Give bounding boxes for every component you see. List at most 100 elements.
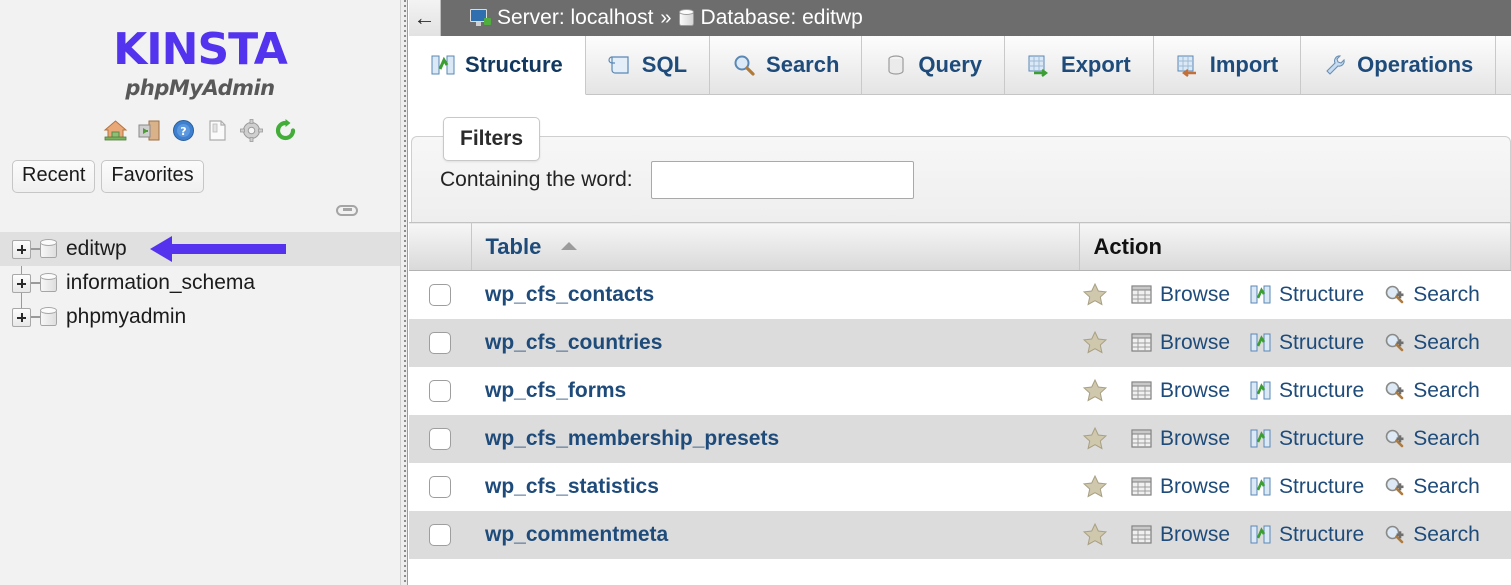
browse-link[interactable]: Browse (1131, 523, 1230, 547)
search-link[interactable]: Search (1384, 283, 1480, 307)
home-icon[interactable] (103, 118, 128, 143)
structure-link[interactable]: Structure (1250, 379, 1364, 403)
tab-label: SQL (642, 52, 687, 78)
row-checkbox[interactable] (429, 380, 451, 402)
table-row[interactable]: wp_cfs_forms Brows (409, 367, 1511, 415)
sidebar-item-label: editwp (66, 237, 127, 261)
filters-legend[interactable]: Filters (443, 117, 540, 161)
structure-link[interactable]: Structure (1250, 331, 1364, 355)
browse-link[interactable]: Browse (1131, 427, 1230, 451)
search-plus-icon (1384, 524, 1405, 545)
browse-link[interactable]: Browse (1131, 475, 1230, 499)
quick-access-buttons: Recent Favorites (0, 160, 400, 193)
tab-import[interactable]: Import (1154, 36, 1301, 94)
structure-link[interactable]: Structure (1250, 427, 1364, 451)
browse-link[interactable]: Browse (1131, 379, 1230, 403)
tree-dash (31, 248, 40, 250)
action-column-header: Action (1079, 223, 1511, 271)
docs-page-icon[interactable] (205, 118, 230, 143)
favorite-star-icon[interactable] (1083, 427, 1107, 450)
structure-link[interactable]: Structure (1250, 523, 1364, 547)
search-link[interactable]: Search (1384, 523, 1480, 547)
row-checkbox[interactable] (429, 332, 451, 354)
structure-label: Structure (1279, 427, 1364, 451)
filters-box: Containing the word: (411, 136, 1511, 222)
browse-label: Browse (1160, 523, 1230, 547)
structure-link[interactable]: Structure (1250, 475, 1364, 499)
search-label: Search (1413, 475, 1480, 499)
expand-plus-icon[interactable] (12, 274, 31, 293)
sidebar-item-information-schema[interactable]: information_schema (0, 266, 400, 300)
favorites-button[interactable]: Favorites (101, 160, 203, 193)
breadcrumb-separator: » (660, 7, 671, 30)
breadcrumb-server-text[interactable]: Server: localhost (497, 6, 653, 30)
search-link[interactable]: Search (1384, 427, 1480, 451)
tab-sql[interactable]: SQL (586, 36, 710, 94)
export-icon (1027, 53, 1051, 77)
sidebar-item-editwp[interactable]: editwp (0, 232, 400, 266)
settings-gear-icon[interactable] (239, 118, 264, 143)
link-icon-row (0, 205, 400, 216)
logout-icon[interactable] (137, 118, 162, 143)
structure-link[interactable]: Structure (1250, 283, 1364, 307)
breadcrumb-database-text[interactable]: Database: editwp (701, 6, 863, 30)
tab-query[interactable]: Query (862, 36, 1005, 94)
sort-ascending-icon[interactable] (561, 242, 577, 250)
row-checkbox[interactable] (429, 284, 451, 306)
row-action-cell: Browse Structure (1079, 319, 1511, 367)
structure-label: Structure (1279, 475, 1364, 499)
tab-label: Search (766, 52, 839, 78)
filter-word-input[interactable] (651, 161, 914, 199)
svg-text:?: ? (180, 125, 186, 138)
favorite-star-icon[interactable] (1083, 523, 1107, 546)
sidebar-item-phpmyadmin[interactable]: phpmyadmin (0, 300, 400, 334)
search-link[interactable]: Search (1384, 331, 1480, 355)
expand-plus-icon[interactable] (12, 240, 31, 259)
reload-icon[interactable] (273, 118, 298, 143)
table-name-link[interactable]: wp_cfs_countries (471, 331, 662, 354)
table-name-link[interactable]: wp_cfs_statistics (471, 475, 659, 498)
expand-plus-icon[interactable] (12, 308, 31, 327)
browse-label: Browse (1160, 283, 1230, 307)
table-row[interactable]: wp_cfs_membership_presets (409, 415, 1511, 463)
favorite-star-icon[interactable] (1083, 331, 1107, 354)
import-icon (1176, 53, 1200, 77)
filters-section: Filters Containing the word: (409, 95, 1511, 222)
tab-operations[interactable]: Operations (1301, 36, 1496, 94)
database-icon (679, 9, 694, 28)
search-magnifier-icon (732, 53, 756, 77)
browse-link[interactable]: Browse (1131, 283, 1230, 307)
table-name-link[interactable]: wp_commentmeta (471, 523, 668, 546)
table-column-header[interactable]: Table (471, 223, 1079, 271)
chain-link-icon[interactable] (336, 205, 358, 216)
tab-search[interactable]: Search (710, 36, 862, 94)
table-row[interactable]: wp_commentmeta Bro (409, 511, 1511, 559)
search-link[interactable]: Search (1384, 379, 1480, 403)
browse-grid-icon (1131, 332, 1152, 353)
table-name-link[interactable]: wp_cfs_membership_presets (471, 427, 779, 450)
favorite-star-icon[interactable] (1083, 379, 1107, 402)
back-arrow-icon: ← (414, 7, 436, 29)
row-action-cell: Browse Structure (1079, 415, 1511, 463)
table-name-link[interactable]: wp_cfs_forms (471, 379, 626, 402)
table-row[interactable]: wp_cfs_countries B (409, 319, 1511, 367)
table-row[interactable]: wp_cfs_statistics (409, 463, 1511, 511)
back-button[interactable]: ← (409, 0, 441, 36)
recent-button[interactable]: Recent (12, 160, 95, 193)
documentation-icon[interactable]: ? (171, 118, 196, 143)
browse-label: Browse (1160, 475, 1230, 499)
tables-list-body: wp_cfs_contacts Br (409, 271, 1511, 559)
tab-export[interactable]: Export (1005, 36, 1154, 94)
row-checkbox[interactable] (429, 524, 451, 546)
sidebar-resizer[interactable] (400, 0, 408, 585)
favorite-star-icon[interactable] (1083, 475, 1107, 498)
tab-structure[interactable]: Structure (409, 36, 586, 95)
row-checkbox[interactable] (429, 428, 451, 450)
table-row[interactable]: wp_cfs_contacts Br (409, 271, 1511, 319)
breadcrumb: ← Server: localhost » Database: editwp (409, 0, 1511, 36)
browse-link[interactable]: Browse (1131, 331, 1230, 355)
search-link[interactable]: Search (1384, 475, 1480, 499)
table-name-link[interactable]: wp_cfs_contacts (471, 283, 654, 306)
favorite-star-icon[interactable] (1083, 283, 1107, 306)
row-checkbox[interactable] (429, 476, 451, 498)
